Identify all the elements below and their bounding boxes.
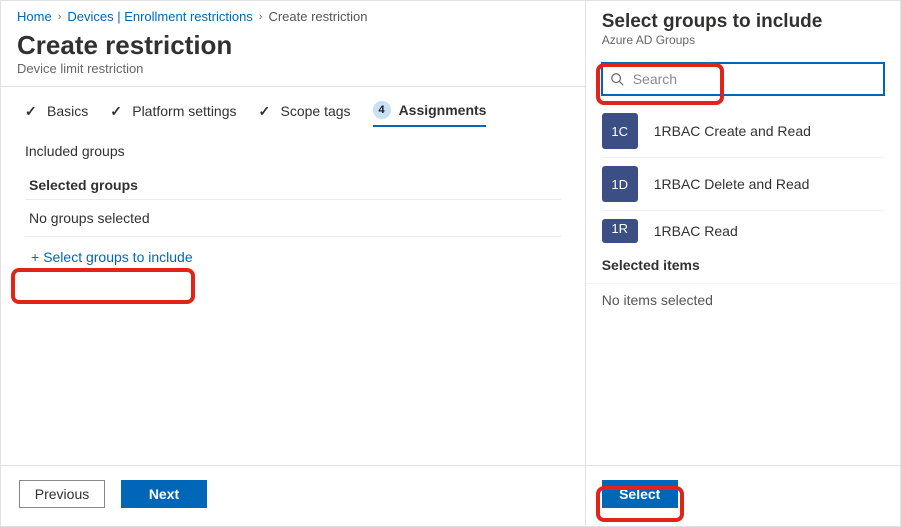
no-groups-text: No groups selected <box>25 200 561 237</box>
group-name-label: 1RBAC Delete and Read <box>654 176 810 192</box>
step-assignments[interactable]: 4 Assignments <box>373 101 487 127</box>
side-panel-subtitle: Azure AD Groups <box>602 33 884 47</box>
wizard-footer: Previous Next <box>1 465 585 526</box>
group-avatar: 1C <box>602 113 638 149</box>
step-label: Assignments <box>399 102 487 118</box>
search-input[interactable] <box>602 63 884 95</box>
select-groups-link[interactable]: + Select groups to include <box>25 243 199 271</box>
group-item[interactable]: 1C 1RBAC Create and Read <box>602 105 884 157</box>
section-included-groups: Included groups <box>25 143 561 159</box>
breadcrumb-devices[interactable]: Devices | Enrollment restrictions <box>67 9 252 24</box>
chevron-right-icon: › <box>259 11 263 23</box>
selected-items-header: Selected items <box>586 243 900 283</box>
select-button[interactable]: Select <box>602 480 678 508</box>
step-scope-tags[interactable]: Scope tags <box>259 103 351 125</box>
chevron-right-icon: › <box>58 11 62 23</box>
selected-groups-header: Selected groups <box>25 171 561 200</box>
page-title: Create restriction <box>17 30 569 61</box>
step-label: Scope tags <box>281 103 351 119</box>
breadcrumb-current: Create restriction <box>268 9 367 24</box>
step-number-badge: 4 <box>373 101 391 119</box>
check-icon <box>110 104 124 118</box>
group-item[interactable]: 1D 1RBAC Delete and Read <box>602 157 884 210</box>
breadcrumb-home[interactable]: Home <box>17 9 52 24</box>
search-icon <box>610 72 624 86</box>
group-list: 1C 1RBAC Create and Read 1D 1RBAC Delete… <box>586 105 900 243</box>
check-icon <box>259 104 273 118</box>
previous-button[interactable]: Previous <box>19 480 105 508</box>
plus-icon: + <box>31 249 39 265</box>
check-icon <box>25 104 39 118</box>
step-platform-settings[interactable]: Platform settings <box>110 103 236 125</box>
group-avatar: 1R <box>602 219 638 243</box>
no-items-text: No items selected <box>586 283 900 316</box>
group-name-label: 1RBAC Read <box>654 223 738 239</box>
step-label: Platform settings <box>132 103 236 119</box>
side-panel: Select groups to include Azure AD Groups… <box>585 1 900 526</box>
group-name-label: 1RBAC Create and Read <box>654 123 811 139</box>
step-label: Basics <box>47 103 88 119</box>
page-subtitle: Device limit restriction <box>17 61 569 76</box>
step-basics[interactable]: Basics <box>25 103 88 125</box>
wizard-steps: Basics Platform settings Scope tags 4 As… <box>1 87 585 133</box>
side-panel-title: Select groups to include <box>602 11 884 33</box>
group-avatar: 1D <box>602 166 638 202</box>
main-panel: Home › Devices | Enrollment restrictions… <box>1 1 585 526</box>
next-button[interactable]: Next <box>121 480 207 508</box>
breadcrumb: Home › Devices | Enrollment restrictions… <box>1 1 585 28</box>
select-groups-label: Select groups to include <box>43 249 192 265</box>
group-item[interactable]: 1R 1RBAC Read <box>602 210 884 243</box>
